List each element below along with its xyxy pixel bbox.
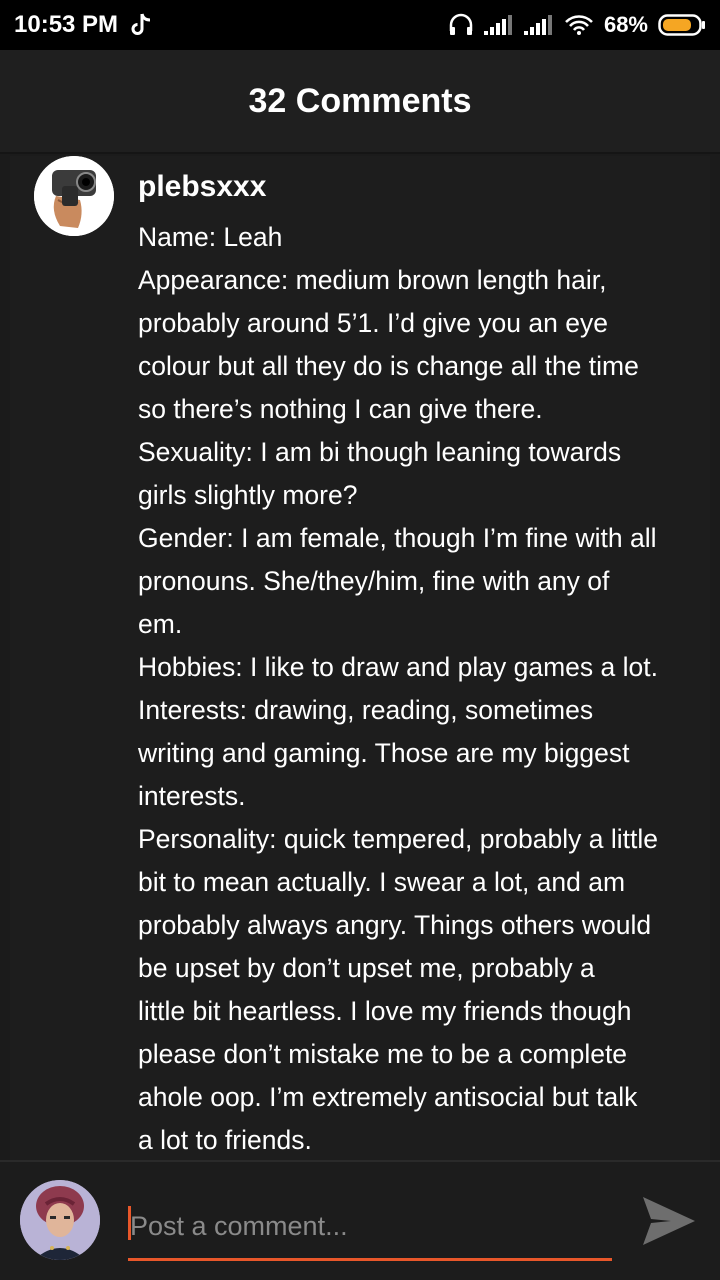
comment-line: be upset by don’t upset me, probably a: [138, 953, 595, 983]
comment-line: girls slightly more?: [138, 480, 358, 510]
comment-body: plebsxxx Name: Leah Appearance: medium br…: [138, 168, 698, 1160]
comment-username[interactable]: plebsxxx: [138, 168, 698, 206]
comment-line: Appearance: medium brown length hair,: [138, 265, 607, 295]
page-title: 32 Comments: [248, 81, 472, 120]
comment-line: ahole oop. I’m extremely antisocial but …: [138, 1082, 638, 1112]
comment-composer: [0, 1160, 720, 1280]
battery-icon: [658, 14, 705, 36]
comment-line: writing and gaming. Those are my biggest: [138, 738, 630, 768]
user-avatar[interactable]: [20, 1180, 100, 1260]
user-avatar-icon: [20, 1180, 100, 1260]
comment-input-container: [128, 1198, 616, 1261]
signal-icon: [483, 15, 512, 35]
avatar[interactable]: [34, 156, 114, 236]
status-icons: 68%: [448, 12, 706, 38]
comment-line: Interests: drawing, reading, sometimes: [138, 695, 594, 725]
send-icon: [643, 1197, 695, 1245]
comment-line: interests.: [138, 781, 246, 811]
comment-line: probably around 5’1. I’d give you an eye: [138, 308, 608, 338]
comment-line: em.: [138, 609, 183, 639]
comment-line: Personality: quick tempered, probably a …: [138, 824, 658, 854]
comments-header: 32 Comments: [0, 50, 720, 154]
tiktok-icon: [131, 13, 151, 35]
handgun-avatar-icon: [34, 156, 114, 236]
comment-line: little bit heartless. I love my friends …: [138, 996, 632, 1026]
status-bar: 10:53 PM 68%: [0, 0, 720, 50]
status-time: 10:53 PM: [14, 11, 119, 38]
comment-line: Sexuality: I am bi though leaning toward…: [138, 437, 622, 467]
headphones-icon: [449, 13, 473, 35]
comment-input[interactable]: [128, 1198, 616, 1254]
comment-line: Hobbies: I like to draw and play games a…: [138, 652, 658, 682]
comment-text: Name: Leah Appearance: medium brown lengt…: [138, 216, 698, 1160]
battery-percentage: 68%: [603, 12, 648, 37]
comment-line: colour but all they do is change all the…: [138, 351, 639, 381]
comments-list[interactable]: plebsxxx Name: Leah Appearance: medium br…: [10, 156, 710, 1160]
wifi-icon: [565, 15, 593, 35]
signal-icon: [523, 15, 552, 35]
comment-line: so there’s nothing I can give there.: [138, 394, 543, 424]
comment-line: Gender: I am female, though I’m fine wit…: [138, 523, 657, 553]
comment-line: pronouns. She/they/him, fine with any of: [138, 566, 610, 596]
comment-line: a lot to friends.: [138, 1125, 312, 1155]
comment-line: probably always angry. Things others wou…: [138, 910, 652, 940]
comment-line: Name: Leah: [138, 222, 283, 252]
comment-line: bit to mean actually. I swear a lot, and…: [138, 867, 626, 897]
comment-line: please don’t mistake me to be a complete: [138, 1039, 628, 1069]
send-button[interactable]: [640, 1192, 698, 1250]
